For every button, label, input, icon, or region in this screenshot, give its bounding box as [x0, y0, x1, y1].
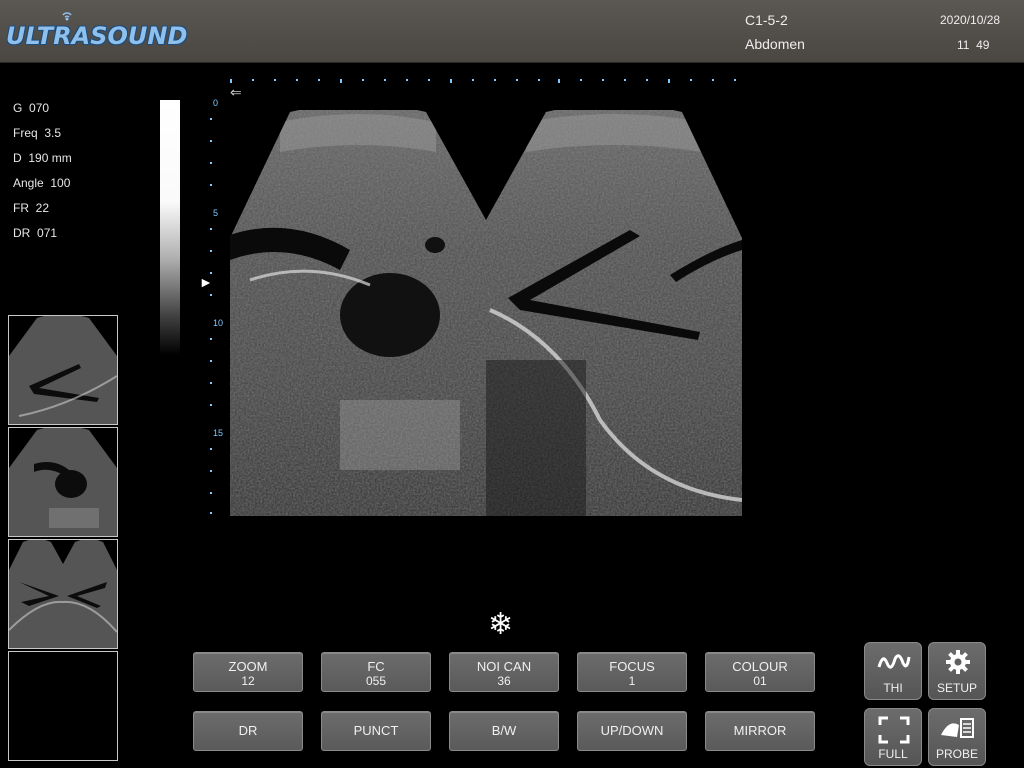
fullscreen-icon [878, 716, 910, 744]
up-down-button[interactable]: UP/DOWN [577, 711, 687, 751]
zoom-button[interactable]: ZOOM 12 [193, 652, 303, 692]
depth-label: 0 [213, 98, 219, 108]
grayscale-bar [160, 100, 180, 355]
param-dynamic-range: DR 071 [13, 226, 58, 240]
time-display: 11 49 [957, 38, 990, 52]
param-depth: D 190 mm [13, 151, 72, 165]
probe-name: C1-5-2 [745, 12, 788, 28]
fc-button[interactable]: FC 055 [321, 652, 431, 692]
snowflake-icon[interactable]: ❄ [488, 610, 513, 640]
dr-button[interactable]: DR [193, 711, 303, 751]
header-bar: ULTRASOUND C1-5-2 Abdomen 2020/10/28 11 … [0, 0, 1024, 63]
ultrasound-image[interactable] [230, 110, 742, 516]
noise-cancel-button[interactable]: NOI CAN 36 [449, 652, 559, 692]
thumbnail-3[interactable] [8, 539, 118, 649]
param-frame-rate: FR 22 [13, 201, 50, 215]
probe-icon [941, 718, 974, 738]
colour-button[interactable]: COLOUR 01 [705, 652, 815, 692]
depth-label: 15 [213, 428, 224, 438]
imaging-parameters: G 070 Freq 3.5 D 190 mm Angle 100 FR 22 … [13, 100, 72, 250]
bw-button[interactable]: B/W [449, 711, 559, 751]
setup-button[interactable]: SETUP [928, 642, 986, 700]
depth-scale: 0 5 10 15 [200, 98, 230, 518]
thi-button[interactable]: THI [864, 642, 922, 700]
wave-icon [877, 654, 911, 669]
thumbnail-1[interactable] [8, 314, 118, 425]
exam-preset: Abdomen [745, 36, 805, 52]
mirror-button[interactable]: MIRROR [705, 711, 815, 751]
focus-button[interactable]: FOCUS 1 [577, 652, 687, 692]
thumbnail-2[interactable] [8, 426, 118, 537]
date-display: 2020/10/28 [940, 13, 1001, 27]
brand-logo: ULTRASOUND [6, 22, 188, 50]
full-button[interactable]: FULL [864, 708, 922, 766]
lateral-ruler [230, 79, 740, 85]
param-angle: Angle 100 [13, 176, 71, 190]
thumbnail-empty[interactable] [8, 651, 118, 761]
gear-icon [946, 650, 970, 674]
direction-arrow-icon: ⇐ [230, 84, 242, 100]
param-frequency: Freq 3.5 [13, 126, 62, 140]
probe-button[interactable]: PROBE [928, 708, 986, 766]
punct-button[interactable]: PUNCT [321, 711, 431, 751]
param-gain: G 070 [13, 101, 50, 115]
depth-label: 5 [213, 208, 219, 218]
depth-label: 10 [213, 318, 224, 328]
